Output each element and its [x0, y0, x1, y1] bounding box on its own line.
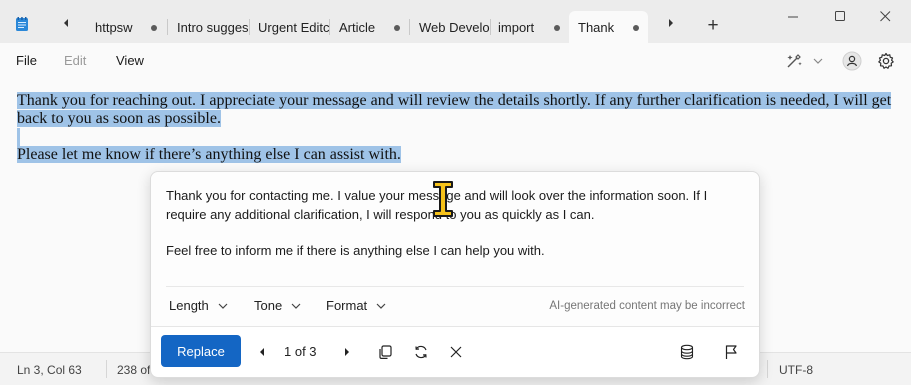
dismiss-icon[interactable]	[446, 342, 466, 362]
selected-blank-line	[17, 128, 20, 146]
tab-label: Article	[339, 19, 376, 35]
tone-label: Tone	[254, 298, 283, 313]
chevron-down-icon	[218, 303, 228, 309]
previous-suggestion-icon[interactable]	[252, 342, 272, 362]
unsaved-dot-icon[interactable]	[633, 25, 639, 31]
suggestion-pager: 1 of 3	[284, 344, 317, 359]
tab-2[interactable]: Intro sugges	[168, 11, 249, 43]
scroll-tabs-right-icon[interactable]	[661, 13, 681, 33]
selected-paragraph-1: Thank you for reaching out. I appreciate…	[17, 92, 892, 127]
settings-gear-icon[interactable]	[874, 49, 898, 73]
options-divider	[166, 286, 744, 287]
tab-label: Web Develo	[419, 19, 490, 35]
report-flag-icon[interactable]	[721, 342, 741, 362]
cursor-position: Ln 3, Col 63	[17, 363, 82, 377]
unsaved-dot-icon[interactable]	[394, 25, 400, 31]
menu-file[interactable]: File	[16, 53, 37, 68]
account-icon[interactable]	[840, 49, 864, 73]
replace-button[interactable]: Replace	[161, 335, 241, 367]
tab-label: Thank	[578, 19, 615, 35]
unsaved-dot-icon[interactable]	[554, 25, 560, 31]
format-label: Format	[326, 298, 368, 313]
data-source-icon[interactable]	[677, 342, 697, 362]
maximize-button[interactable]	[817, 0, 863, 32]
copilot-rewrite-icon[interactable]	[783, 49, 807, 73]
chevron-down-icon[interactable]	[806, 49, 830, 73]
scroll-tabs-left-icon[interactable]	[56, 13, 76, 33]
ai-disclaimer: AI-generated content may be incorrect	[549, 300, 745, 312]
chevron-down-icon	[376, 303, 386, 309]
menu-view[interactable]: View	[116, 53, 144, 68]
tab-label: import	[498, 19, 535, 35]
status-divider	[767, 360, 768, 378]
regenerate-icon[interactable]	[411, 342, 431, 362]
unsaved-dot-icon[interactable]	[151, 25, 157, 31]
tab-label: Intro sugges	[177, 19, 249, 35]
tab-label: Urgent Editc	[258, 19, 329, 35]
status-divider	[106, 360, 107, 378]
encoding-indicator[interactable]: UTF-8	[779, 363, 813, 377]
tab-4[interactable]: Article	[330, 11, 409, 43]
text-cursor-icon	[433, 181, 453, 217]
title-bar: httpsw Intro sugges Urgent Editc Article…	[0, 0, 911, 43]
selected-paragraph-2: Please let me know if there’s anything e…	[17, 146, 401, 163]
suggestion-paragraph-2: Feel free to inform me if there is anyth…	[166, 243, 545, 258]
format-dropdown[interactable]: Format	[326, 298, 386, 313]
tab-5[interactable]: Web Develo	[410, 11, 490, 43]
copy-icon[interactable]	[375, 342, 395, 362]
close-button[interactable]	[862, 0, 908, 32]
document-text[interactable]: Thank you for reaching out. I appreciate…	[17, 92, 902, 164]
tab-1[interactable]: httpsw	[86, 11, 166, 43]
minimize-button[interactable]	[770, 0, 816, 32]
tab-3[interactable]: Urgent Editc	[249, 11, 329, 43]
tab-label: httpsw	[95, 19, 133, 35]
tab-6[interactable]: import	[489, 11, 569, 43]
length-dropdown[interactable]: Length	[169, 298, 228, 313]
length-label: Length	[169, 298, 209, 313]
tab-7-active[interactable]: Thank	[569, 11, 648, 43]
new-tab-button[interactable]: +	[703, 15, 723, 36]
tone-dropdown[interactable]: Tone	[254, 298, 301, 313]
menu-bar: File Edit View	[0, 43, 911, 77]
next-suggestion-icon[interactable]	[337, 342, 357, 362]
menu-edit[interactable]: Edit	[64, 53, 86, 68]
notepad-app-icon	[16, 17, 28, 31]
chevron-down-icon	[291, 303, 301, 309]
